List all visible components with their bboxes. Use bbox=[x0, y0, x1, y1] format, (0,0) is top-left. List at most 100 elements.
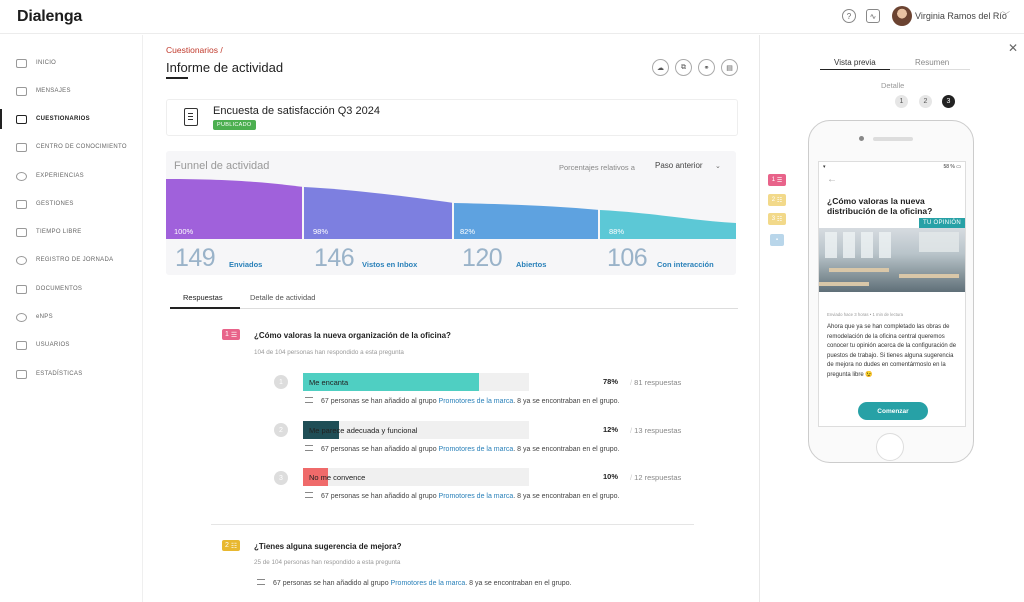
inbox-icon bbox=[16, 199, 27, 209]
option-percent: 12% bbox=[603, 425, 619, 434]
group-link[interactable]: Promotores de la marca bbox=[391, 580, 466, 587]
link-icon[interactable]: ⚭ bbox=[698, 59, 715, 76]
sidebar-item-mensajes[interactable]: Mensajes bbox=[0, 79, 142, 103]
sidebar-item-label: Gestiones bbox=[36, 201, 74, 207]
sidebar-item-registro[interactable]: Registro de jornada bbox=[0, 248, 142, 272]
text-icon: ☷ bbox=[230, 542, 238, 550]
app-logo[interactable]: Dialenga bbox=[17, 8, 82, 26]
question-badge: 2 ☷ bbox=[222, 540, 241, 551]
office-window bbox=[879, 232, 891, 258]
funnel-pct: 100% bbox=[174, 227, 194, 236]
funnel-count: 120 bbox=[462, 244, 503, 272]
cloud-download-icon[interactable]: ☁ bbox=[652, 59, 669, 76]
option-number: 2 bbox=[274, 423, 288, 437]
active-tab-indicator bbox=[170, 307, 240, 309]
office-desk bbox=[829, 268, 889, 272]
sidebar-item-label: Cuestionarios bbox=[36, 116, 90, 122]
sidebar-item-gestiones[interactable]: Gestiones bbox=[0, 192, 142, 216]
divider bbox=[211, 524, 694, 525]
back-arrow-icon[interactable]: ← bbox=[827, 174, 837, 185]
lines-icon bbox=[305, 397, 313, 403]
chip-number: 3 bbox=[771, 216, 776, 222]
option-label: Me encanta bbox=[309, 378, 349, 387]
phone-meta: Enviado hace 3 horas • 1 min de lectura bbox=[827, 312, 904, 317]
help-icon[interactable]: ? bbox=[842, 9, 856, 23]
note-text: 67 personas se han añadido al grupo bbox=[321, 398, 439, 405]
text-icon: ☷ bbox=[776, 197, 783, 204]
sidebar-item-usuarios[interactable]: Usuarios bbox=[0, 333, 142, 357]
archive-icon[interactable]: ▤ bbox=[721, 59, 738, 76]
comment-icon: ▪ bbox=[775, 237, 779, 243]
step-1[interactable]: 1 bbox=[895, 95, 908, 108]
question-subtitle: 104 de 104 personas han respondido a est… bbox=[254, 349, 404, 356]
folder-icon bbox=[16, 284, 27, 294]
tab-vista-previa[interactable]: Vista previa bbox=[834, 58, 876, 67]
user-name[interactable]: Virginia Ramos del Río bbox=[915, 11, 1007, 21]
chevron-down-icon[interactable]: ﹀ bbox=[1002, 10, 1010, 21]
comment-chip[interactable]: ▪ bbox=[770, 234, 784, 246]
funnel-pct: 98% bbox=[313, 227, 329, 236]
sidebar-item-inicio[interactable]: Inicio bbox=[0, 51, 142, 75]
monitor-icon[interactable]: ∿ bbox=[866, 9, 880, 23]
tab-resumen[interactable]: Resumen bbox=[915, 58, 949, 67]
smile-icon bbox=[16, 171, 27, 181]
relative-select[interactable]: Paso anterior bbox=[655, 161, 703, 170]
sidebar-item-label: Estadísticas bbox=[36, 371, 83, 377]
sidebar-item-label: Inicio bbox=[36, 60, 57, 66]
relative-label: Porcentajes relativos a bbox=[559, 163, 635, 172]
phone-body-text: Ahora que ya se han completado las obras… bbox=[827, 324, 957, 378]
sidebar-item-cuestionarios[interactable]: Cuestionarios bbox=[0, 107, 142, 131]
page-title: Informe de actividad bbox=[166, 60, 284, 75]
survey-card: Encuesta de satisfacción Q3 2024 PUBLICA… bbox=[166, 99, 738, 136]
option-bar: No me convence bbox=[303, 468, 529, 486]
funnel-count: 106 bbox=[607, 244, 648, 272]
sidebar-item-estadisticas[interactable]: Estadísticas bbox=[0, 362, 142, 386]
start-button[interactable]: Comenzar bbox=[858, 402, 928, 420]
close-icon[interactable]: ✕ bbox=[1008, 41, 1018, 55]
sidebar-item-conocimiento[interactable]: Centro de conocimiento bbox=[0, 135, 142, 159]
battery-status: 58 % ▭ bbox=[943, 164, 961, 170]
group-link[interactable]: Promotores de la marca bbox=[439, 398, 514, 405]
question-badge: 1 ☰ bbox=[222, 329, 241, 340]
option-bar: Me encanta bbox=[303, 373, 529, 391]
sidebar-item-experiencias[interactable]: Experiencias bbox=[0, 164, 142, 188]
question-number: 1 bbox=[225, 331, 229, 338]
step-2[interactable]: 2 bbox=[919, 95, 932, 108]
funnel-count: 149 bbox=[175, 244, 216, 272]
question-chip-3[interactable]: 3 ☷ bbox=[768, 213, 786, 225]
chevron-down-icon[interactable]: ⌄ bbox=[715, 162, 721, 170]
phone-question: ¿Cómo valoras la nueva distribución de l… bbox=[827, 196, 933, 216]
group-note: 67 personas se han añadido al grupo Prom… bbox=[305, 492, 620, 500]
question-subtitle: 25 de 104 personas han respondido a esta… bbox=[254, 559, 401, 566]
list-icon: ☰ bbox=[230, 331, 238, 339]
sidebar-item-enps[interactable]: eNPS bbox=[0, 305, 142, 329]
group-link[interactable]: Promotores de la marca bbox=[439, 493, 514, 500]
list-icon: ☰ bbox=[776, 177, 783, 184]
funnel-label: Con interacción bbox=[657, 260, 714, 269]
chart-icon bbox=[16, 369, 27, 379]
tab-detalle-actividad[interactable]: Detalle de actividad bbox=[250, 293, 315, 302]
sidebar-item-documentos[interactable]: Documentos bbox=[0, 277, 142, 301]
sidebar-item-label: Tiempo libre bbox=[36, 229, 82, 235]
sidebar-item-tiempo-libre[interactable]: Tiempo libre bbox=[0, 220, 142, 244]
breadcrumb[interactable]: Cuestionarios / bbox=[166, 45, 223, 55]
phone-camera bbox=[859, 136, 864, 141]
survey-name: Encuesta de satisfacción Q3 2024 bbox=[213, 105, 380, 117]
step-3[interactable]: 3 bbox=[942, 95, 955, 108]
top-bar: Dialenga ? ∿ Virginia Ramos del Río ﹀ bbox=[0, 0, 1024, 34]
group-note: 67 personas se han añadido al grupo Prom… bbox=[305, 445, 620, 453]
user-avatar[interactable] bbox=[892, 6, 912, 26]
funnel-label: Abiertos bbox=[516, 260, 547, 269]
question-chip-2[interactable]: 2 ☷ bbox=[768, 194, 786, 206]
copy-icon[interactable]: ⧉ bbox=[675, 59, 692, 76]
question-number: 2 bbox=[225, 542, 229, 549]
tab-respuestas[interactable]: Respuestas bbox=[183, 293, 223, 302]
lines-icon bbox=[257, 579, 265, 585]
messages-icon bbox=[16, 86, 27, 96]
question-chip-1[interactable]: 1 ☰ bbox=[768, 174, 786, 186]
option-responses: 12 respuestas bbox=[630, 473, 681, 482]
home-icon bbox=[16, 58, 27, 68]
office-window bbox=[861, 232, 873, 258]
group-link[interactable]: Promotores de la marca bbox=[439, 446, 514, 453]
battery-level: 58 % bbox=[943, 164, 955, 170]
